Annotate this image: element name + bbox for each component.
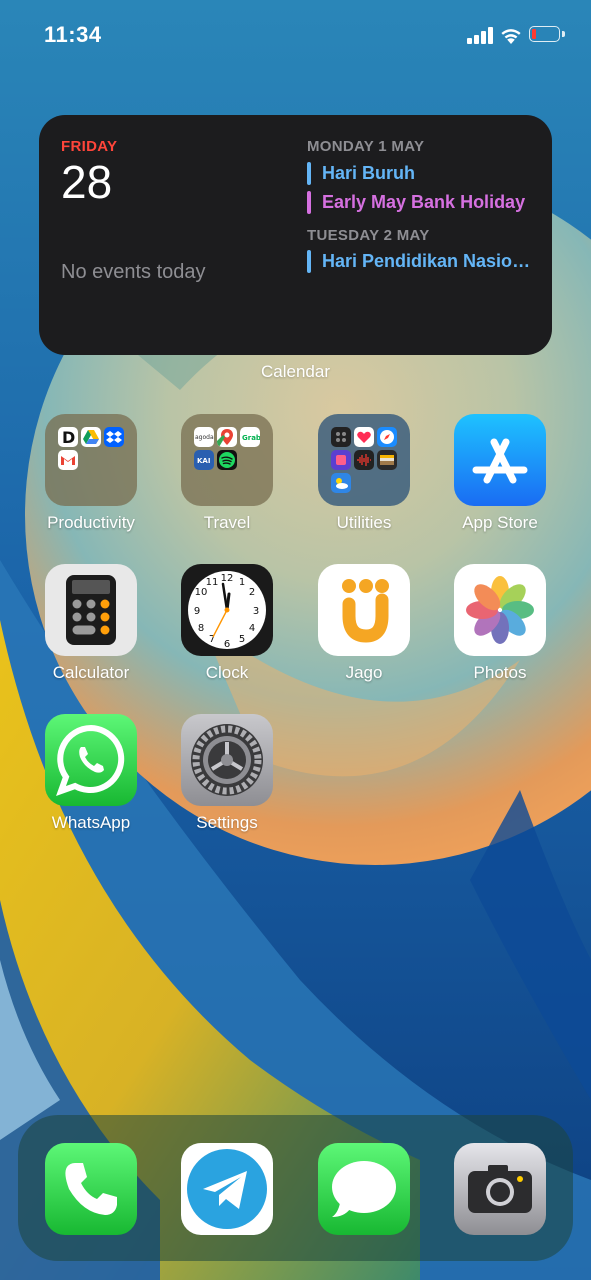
camera-app[interactable] [454,1143,546,1235]
weather-icon [331,473,351,493]
app-label: WhatsApp [51,813,131,832]
folder-icon: D [45,414,137,506]
grab-mini-text: Grab [242,434,260,442]
settings-icon [181,714,273,806]
phone-icon [65,1163,117,1215]
section-heading: MONDAY 1 MAY [307,138,425,155]
status-time: 11:34 [44,22,102,47]
calendar-widget[interactable]: FRIDAY 28 No events today MONDAY 1 MAY H… [39,115,552,355]
app-store-icon [454,414,546,506]
dropbox-icon [104,427,124,447]
svg-text:8: 8 [198,623,204,634]
agoda-icon: agoda [194,427,214,447]
section-heading: TUESDAY 2 MAY [307,227,430,244]
svg-text:4: 4 [249,623,255,634]
calculator-app[interactable]: Calculator [23,564,159,704]
event-title: Early May Bank Holiday [322,192,526,212]
app-store-app[interactable]: App Store [432,414,568,554]
cellular-signal-icon [467,27,493,44]
clock-app[interactable]: 12 1 2 345 678 9 10 11 Clock [159,564,295,704]
battery-icon [529,26,560,42]
app-label: Productivity [47,513,135,532]
app-label: App Store [462,513,538,532]
camera-icon [468,1165,532,1213]
svg-text:11: 11 [206,577,219,588]
folder-icon: agoda Grab KAI [181,414,273,506]
widget-day: FRIDAY [61,138,118,155]
svg-text:10: 10 [195,587,208,598]
whatsapp-icon [45,714,137,806]
health-icon [354,427,374,447]
photos-icon [454,564,546,656]
calculator-icon [45,564,137,656]
shortcuts-icon [331,450,351,470]
messages-app[interactable] [318,1143,410,1235]
calendar-event[interactable]: Hari Buruh [307,162,537,186]
app-label: Photos [473,663,527,682]
dana-icon: D [58,427,78,447]
app-label: Settings [196,813,258,832]
folder-productivity[interactable]: D Productivity [23,414,159,554]
svg-text:D: D [62,428,75,447]
phone-app[interactable] [45,1143,137,1235]
agoda-mini-text: agoda [195,434,214,441]
watch-icon [331,427,351,447]
calendar-event[interactable]: Hari Pendidikan Nasional [307,250,537,274]
settings-app[interactable]: Settings [159,714,295,854]
clock-icon: 12 1 2 345 678 9 10 11 [181,564,273,656]
safari-icon [377,427,397,447]
status-bar: 11:34 [0,0,591,70]
google-drive-icon [81,427,101,447]
svg-text:2: 2 [249,587,255,598]
no-events-text: No events today [61,261,206,283]
widget-label: Calendar [261,362,330,381]
photos-app[interactable]: Photos [432,564,568,704]
gmail-icon [58,450,78,470]
svg-text:12: 12 [221,573,234,584]
voice-memos-icon [354,450,374,470]
telegram-app[interactable] [181,1143,273,1235]
svg-text:3: 3 [253,606,259,617]
whatsapp-app[interactable]: WhatsApp [23,714,159,854]
widget-date: 28 [61,156,113,208]
wifi-icon [501,29,521,44]
app-label: Utilities [336,513,392,532]
kai-mini-text: KAI [197,457,210,465]
wallet-icon [377,450,397,470]
jago-app[interactable]: Jago [296,564,432,704]
svg-text:6: 6 [224,639,230,650]
kai-access-icon: KAI [194,450,214,470]
grab-icon: Grab [240,427,260,447]
svg-text:9: 9 [194,606,200,617]
app-label: Jago [345,663,383,682]
svg-text:5: 5 [239,634,245,645]
event-title: Hari Pendidikan Nasional [322,251,537,271]
app-label: Travel [203,513,251,532]
folder-icon [318,414,410,506]
messages-icon [332,1161,396,1217]
spotify-icon [217,450,237,470]
app-label: Calculator [52,663,130,682]
event-color-bar [307,191,311,214]
event-color-bar [307,162,311,185]
app-label: Clock [205,663,249,682]
event-color-bar [307,250,311,273]
event-title: Hari Buruh [322,163,416,183]
google-maps-icon [217,427,237,447]
folder-utilities[interactable]: Utilities [296,414,432,554]
svg-text:1: 1 [239,577,245,588]
battery-tip [562,31,565,37]
folder-travel[interactable]: agoda Grab KAI Travel [159,414,295,554]
telegram-icon [187,1149,267,1229]
calendar-event[interactable]: Early May Bank Holiday [307,191,537,215]
jago-icon [318,564,410,656]
